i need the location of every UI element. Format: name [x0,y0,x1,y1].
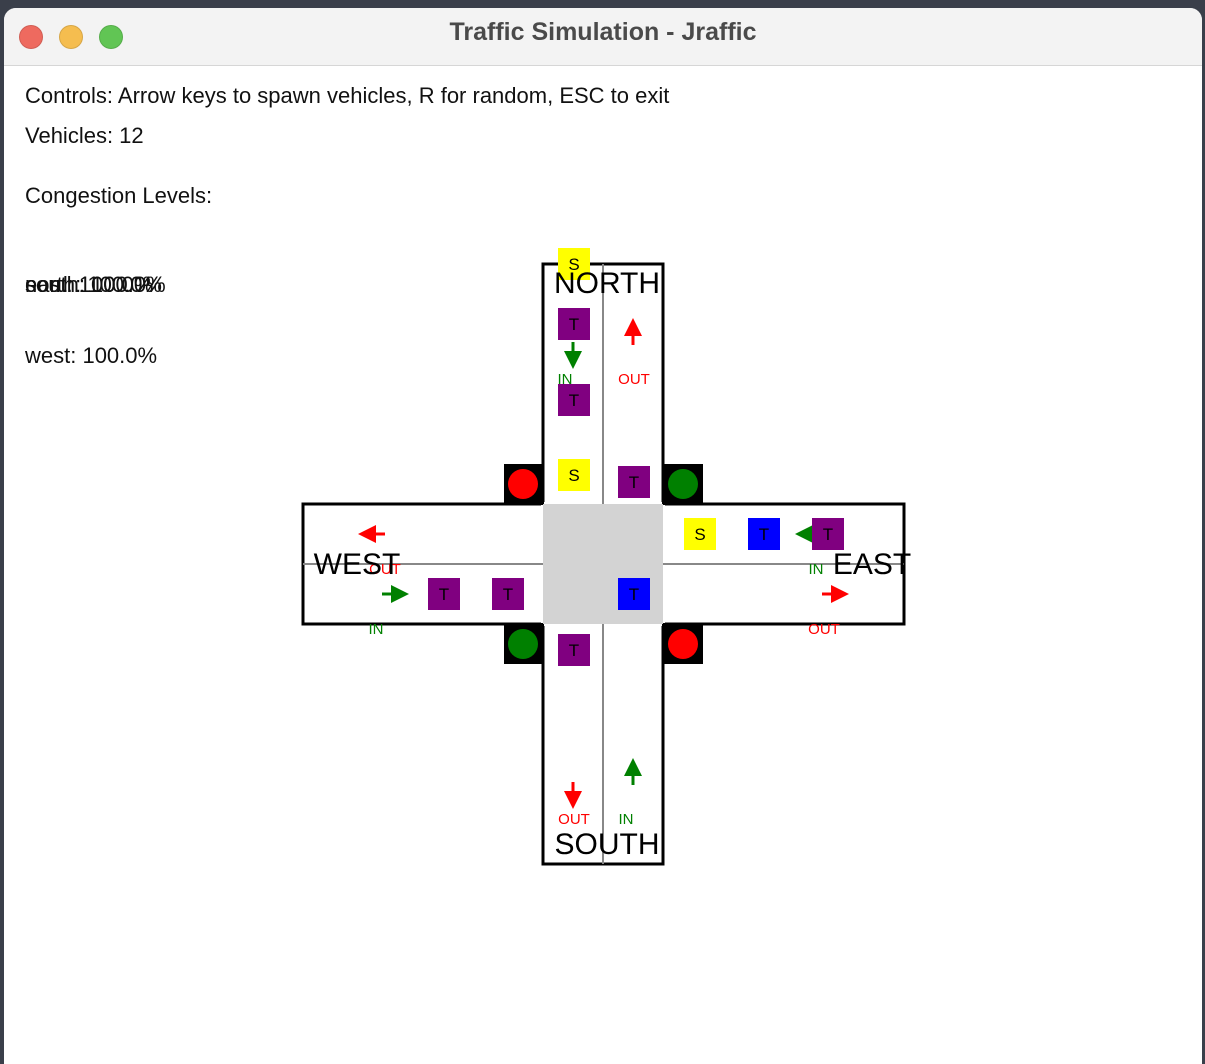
vehicle-sedan: S [558,459,590,491]
intersection-drawing: IN OUT OUT IN OUT IN IN OUT S T T S T S … [301,248,911,866]
svg-text:T: T [629,585,639,604]
vehicle-truck: T [558,384,590,416]
svg-text:T: T [759,525,769,544]
out-label: OUT [808,621,840,638]
vehicle-truck: T [428,578,460,610]
vehicle-sedan: S [684,518,716,550]
vehicle-truck: T [618,466,650,498]
traffic-light-sw [504,624,544,664]
vehicle-truck: T [618,578,650,610]
svg-text:T: T [629,473,639,492]
svg-text:T: T [569,315,579,334]
in-label: IN [809,561,824,578]
traffic-light-se [663,624,703,664]
red-light [508,469,538,499]
out-label: OUT [558,811,590,828]
in-label: IN [619,811,634,828]
svg-text:T: T [503,585,513,604]
vehicle-truck: T [492,578,524,610]
out-label: OUT [618,371,650,388]
green-light [508,629,538,659]
vehicle-truck: T [748,518,780,550]
in-label: IN [369,621,384,638]
road-label-east: EAST [833,548,911,581]
svg-text:S: S [568,466,579,485]
traffic-light-ne [663,464,703,504]
road-label-south: SOUTH [555,828,660,861]
svg-text:T: T [439,585,449,604]
svg-text:T: T [569,641,579,660]
road-label-north: NORTH [554,267,660,300]
red-light [668,629,698,659]
simulation-canvas[interactable]: Controls: Arrow keys to spawn vehicles, … [4,65,1202,1064]
green-light [668,469,698,499]
title-bar[interactable]: Traffic Simulation - Jraffic [4,8,1202,66]
svg-text:T: T [569,391,579,410]
app-window: Traffic Simulation - Jraffic Controls: A… [4,8,1202,1064]
svg-text:S: S [694,525,705,544]
vehicle-truck: T [812,518,844,550]
traffic-light-nw [504,464,544,504]
vehicle-truck: T [558,634,590,666]
vehicle-truck: T [558,308,590,340]
window-title: Traffic Simulation - Jraffic [449,18,757,46]
svg-text:T: T [823,525,833,544]
road-label-west: WEST [314,548,401,581]
